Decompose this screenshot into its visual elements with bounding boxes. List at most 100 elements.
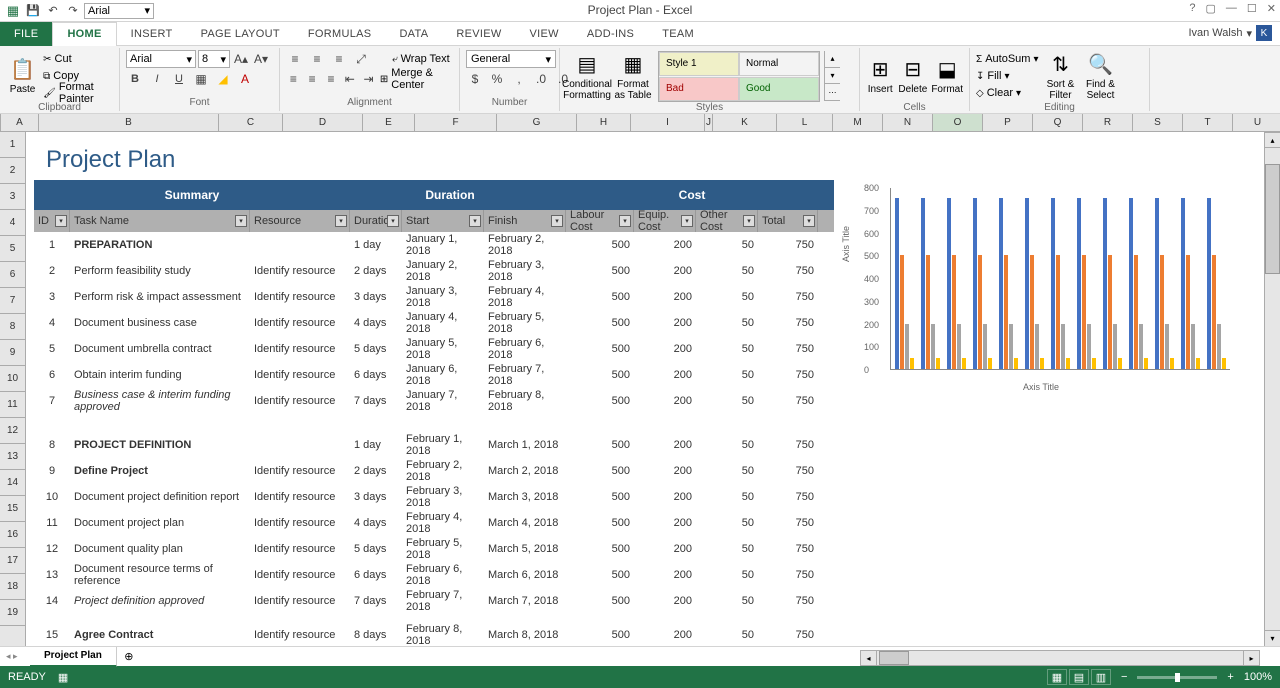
col-header-A[interactable]: A [1,114,39,131]
underline-icon[interactable]: U [170,70,188,88]
new-sheet-button[interactable]: ⊕ [117,650,141,663]
font-name-picker[interactable]: Arial▾ [126,50,196,68]
bold-icon[interactable]: B [126,70,144,88]
col-header-I[interactable]: I [631,114,705,131]
shrink-font-icon[interactable]: A▾ [252,50,270,68]
italic-icon[interactable]: I [148,70,166,88]
tab-file[interactable]: FILE [0,22,52,46]
fill-button[interactable]: ↧ Fill ▾ [976,68,1038,84]
col-header-P[interactable]: P [983,114,1033,131]
paste-button[interactable]: 📋Paste [6,50,39,102]
table-row[interactable]: 10Document project definition reportIden… [34,484,834,510]
row-header-10[interactable]: 10 [0,366,25,392]
view-break-icon[interactable]: ▥ [1091,669,1111,685]
tab-insert[interactable]: INSERT [117,22,187,46]
align-top-icon[interactable]: ≡ [286,50,304,68]
table-row[interactable]: 4Document business caseIdentify resource… [34,310,834,336]
row-header-15[interactable]: 15 [0,496,25,522]
wrap-text-button[interactable]: ⤶ Wrap Text [392,51,450,67]
row-header-4[interactable]: 4 [0,210,25,236]
ribbon-options-icon[interactable]: ▢ [1206,2,1216,15]
table-header-finish[interactable]: Finish▾ [484,210,566,232]
clear-button[interactable]: ◇ Clear ▾ [976,85,1038,101]
currency-icon[interactable]: $ [466,70,484,88]
col-header-L[interactable]: L [777,114,833,131]
table-header-equip-cost[interactable]: Equip. Cost▾ [634,210,696,232]
grow-font-icon[interactable]: A▴ [232,50,250,68]
row-header-2[interactable]: 2 [0,158,25,184]
table-header-total[interactable]: Total▾ [758,210,818,232]
format-as-table-button[interactable]: ▦Format as Table [612,50,654,102]
table-row[interactable]: 3Perform risk & impact assessmentIdentif… [34,284,834,310]
col-header-H[interactable]: H [577,114,631,131]
row-header-14[interactable]: 14 [0,470,25,496]
table-row[interactable]: 8PROJECT DEFINITION1 dayFebruary 1, 2018… [34,432,834,458]
delete-cells-button[interactable]: ⊟Delete [898,50,927,102]
col-header-E[interactable]: E [363,114,415,131]
table-row[interactable]: 9Define ProjectIdentify resource2 daysFe… [34,458,834,484]
zoom-slider[interactable] [1137,676,1217,679]
col-header-S[interactable]: S [1133,114,1183,131]
table-row[interactable]: 15Agree ContractIdentify resource8 daysF… [34,622,834,646]
vertical-scrollbar[interactable]: ▴ ▾ [1264,132,1280,646]
redo-icon[interactable]: ↷ [64,2,82,20]
zoom-level[interactable]: 100% [1244,671,1272,683]
font-size-picker[interactable]: 8▾ [198,50,230,68]
maximize-icon[interactable]: ☐ [1247,2,1257,15]
sheet-nav-icons[interactable]: ◂ ▸ [6,651,18,662]
table-header-labour-cost[interactable]: Labour Cost▾ [566,210,634,232]
col-header-M[interactable]: M [833,114,883,131]
align-bot-icon[interactable]: ≡ [330,50,348,68]
col-header-D[interactable]: D [283,114,363,131]
cell-styles-gallery[interactable]: Style 1 Normal Bad Good [658,51,820,102]
format-painter-button[interactable]: 🖌 Format Painter [43,85,113,101]
row-header-8[interactable]: 8 [0,314,25,340]
row-header-1[interactable]: 1 [0,132,25,158]
table-row[interactable]: 2Perform feasibility studyIdentify resou… [34,258,834,284]
row-header-3[interactable]: 3 [0,184,25,210]
col-header-O[interactable]: O [933,114,983,131]
table-row[interactable]: 1PREPARATION1 dayJanuary 1, 2018February… [34,232,834,258]
table-row[interactable]: 5Document umbrella contractIdentify reso… [34,336,834,362]
number-format-picker[interactable]: General▾ [466,50,556,68]
border-icon[interactable]: ▦ [192,70,210,88]
table-row[interactable] [34,414,834,432]
row-header-19[interactable]: 19 [0,600,25,626]
autosum-button[interactable]: Σ AutoSum ▾ [976,51,1038,67]
undo-icon[interactable]: ↶ [44,2,62,20]
col-header-C[interactable]: C [219,114,283,131]
row-header-7[interactable]: 7 [0,288,25,314]
col-header-K[interactable]: K [713,114,777,131]
font-color-icon[interactable]: A [236,70,254,88]
indent-inc-icon[interactable]: ⇥ [361,70,376,88]
table-row[interactable] [34,614,834,622]
tab-review[interactable]: REVIEW [442,22,515,46]
col-header-B[interactable]: B [39,114,219,131]
col-header-F[interactable]: F [415,114,497,131]
help-icon[interactable]: ? [1189,2,1195,15]
tab-data[interactable]: DATA [385,22,442,46]
sheet-tab-active[interactable]: Project Plan [30,647,117,667]
table-row[interactable]: 6Obtain interim fundingIdentify resource… [34,362,834,388]
zoom-out-icon[interactable]: − [1121,671,1127,683]
col-header-R[interactable]: R [1083,114,1133,131]
percent-icon[interactable]: % [488,70,506,88]
qat-font-picker[interactable]: Arial▾ [84,3,154,19]
view-layout-icon[interactable]: ▤ [1069,669,1089,685]
table-row[interactable]: 13Document resource terms of referenceId… [34,562,834,588]
user-info[interactable]: Ivan Walsh▾K [1188,25,1272,41]
comma-icon[interactable]: , [510,70,528,88]
conditional-formatting-button[interactable]: ▤Conditional Formatting [566,50,608,102]
align-mid-icon[interactable]: ≡ [308,50,326,68]
table-header-duration[interactable]: Duration▾ [350,210,402,232]
view-normal-icon[interactable]: ▦ [1047,669,1067,685]
cut-button[interactable]: ✂ Cut [43,51,113,67]
table-header-other-cost[interactable]: Other Cost▾ [696,210,758,232]
align-left-icon[interactable]: ≡ [286,70,301,88]
table-header-start[interactable]: Start▾ [402,210,484,232]
tab-add-ins[interactable]: ADD-INS [573,22,648,46]
col-header-Q[interactable]: Q [1033,114,1083,131]
merge-center-button[interactable]: ⊞ Merge & Center [380,71,453,87]
insert-cells-button[interactable]: ⊞Insert [866,50,894,102]
zoom-in-icon[interactable]: + [1227,671,1233,683]
